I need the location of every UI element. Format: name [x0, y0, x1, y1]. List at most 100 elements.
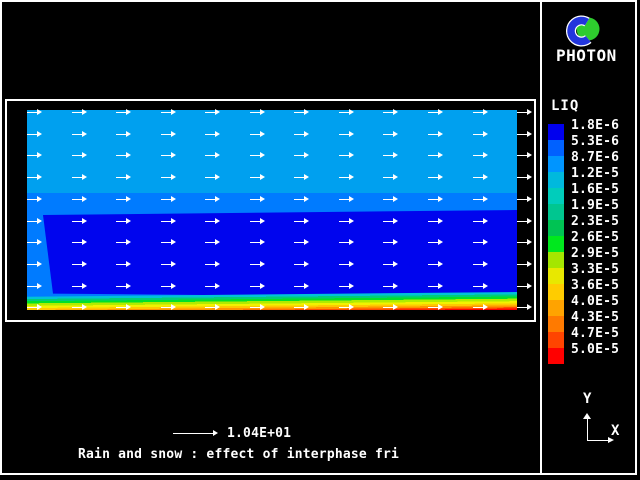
vector-arrow [473, 109, 488, 116]
vector-arrow [72, 218, 87, 225]
vector-arrow [383, 261, 398, 268]
vector-arrow [383, 109, 398, 116]
legend-entry: 5.0E-5 [548, 348, 638, 364]
photon-logo-icon [566, 12, 604, 50]
vector-arrow [383, 218, 398, 225]
legend-value: 2.9E-5 [571, 246, 619, 261]
vector-arrow [27, 239, 42, 246]
vector-arrow [205, 261, 220, 268]
legend-value: 3.6E-5 [571, 278, 619, 293]
legend-swatch [548, 348, 564, 364]
vector-arrow [517, 304, 532, 311]
legend-swatch [548, 220, 564, 236]
legend-value: 4.0E-5 [571, 294, 619, 309]
vector-arrow [116, 239, 131, 246]
legend-swatch [548, 300, 564, 316]
vector-arrow [205, 131, 220, 138]
vector-arrow [205, 152, 220, 159]
vector-arrow [517, 109, 532, 116]
vector-arrow [428, 239, 443, 246]
legend-swatch [548, 236, 564, 252]
vector-arrow [339, 152, 354, 159]
vector-arrow [116, 283, 131, 290]
vector-arrow [161, 283, 176, 290]
vector-arrow [27, 131, 42, 138]
vector-arrow [27, 174, 42, 181]
vector-arrow [161, 109, 176, 116]
vector-arrow [473, 152, 488, 159]
vector-arrow [339, 261, 354, 268]
vector-arrow [294, 239, 309, 246]
vector-arrow [294, 283, 309, 290]
vector-arrow [161, 261, 176, 268]
vector-arrow [428, 283, 443, 290]
vector-arrow [27, 283, 42, 290]
vector-arrow [205, 109, 220, 116]
vector-arrow [517, 131, 532, 138]
vector-arrow [517, 152, 532, 159]
vector-arrow [116, 152, 131, 159]
vector-arrow [27, 109, 42, 116]
vector-arrow [27, 261, 42, 268]
vector-arrow [339, 196, 354, 203]
vector-arrow [428, 152, 443, 159]
vector-arrow [383, 152, 398, 159]
vector-arrow [294, 174, 309, 181]
vector-arrow [473, 131, 488, 138]
axis-x-label: X [611, 423, 619, 439]
vector-arrow [250, 304, 265, 311]
vector-arrow [428, 174, 443, 181]
vector-arrow [383, 239, 398, 246]
vector-arrow [116, 304, 131, 311]
vector-arrow [250, 261, 265, 268]
vector-arrow [473, 174, 488, 181]
legend-value: 5.0E-5 [571, 342, 619, 357]
vector-arrow [473, 304, 488, 311]
legend-swatch [548, 140, 564, 156]
vector-arrow [383, 174, 398, 181]
plot-title: Rain and snow : effect of interphase fri [78, 447, 399, 462]
vector-arrow [161, 218, 176, 225]
vector-arrow [72, 152, 87, 159]
vector-arrow [72, 196, 87, 203]
vector-arrow [250, 196, 265, 203]
vector-arrow [250, 152, 265, 159]
vector-arrow [250, 283, 265, 290]
legend-value: 1.9E-5 [571, 198, 619, 213]
vector-arrow [205, 196, 220, 203]
vector-arrow [205, 218, 220, 225]
vector-arrow [428, 109, 443, 116]
vector-arrow [294, 304, 309, 311]
vector-arrow [250, 174, 265, 181]
vector-arrow [517, 218, 532, 225]
legend-value: 2.6E-5 [571, 230, 619, 245]
vector-arrow [72, 283, 87, 290]
vector-arrow [250, 239, 265, 246]
vector-arrow [205, 283, 220, 290]
vector-arrow [161, 174, 176, 181]
vector-arrow [116, 196, 131, 203]
photon-viewer-window: 1.04E+01 Rain and snow : effect of inter… [0, 0, 640, 480]
vector-arrow [294, 218, 309, 225]
vector-arrow [27, 304, 42, 311]
vector-arrow [161, 304, 176, 311]
vector-arrow [339, 304, 354, 311]
vector-arrow [161, 131, 176, 138]
vector-arrow [473, 218, 488, 225]
vector-arrow [517, 261, 532, 268]
vector-arrow [72, 261, 87, 268]
vector-arrow [72, 239, 87, 246]
legend-swatch [548, 204, 564, 220]
vector-arrow [116, 218, 131, 225]
sidebar-divider [540, 0, 542, 475]
vector-arrow [250, 218, 265, 225]
legend-swatch [548, 284, 564, 300]
vector-arrow [205, 174, 220, 181]
vector-arrow [339, 218, 354, 225]
vector-arrow-grid [27, 108, 535, 316]
legend-swatch [548, 332, 564, 348]
vector-arrow [294, 261, 309, 268]
legend-value: 3.3E-5 [571, 262, 619, 277]
vector-arrow [473, 261, 488, 268]
legend-swatch [548, 316, 564, 332]
